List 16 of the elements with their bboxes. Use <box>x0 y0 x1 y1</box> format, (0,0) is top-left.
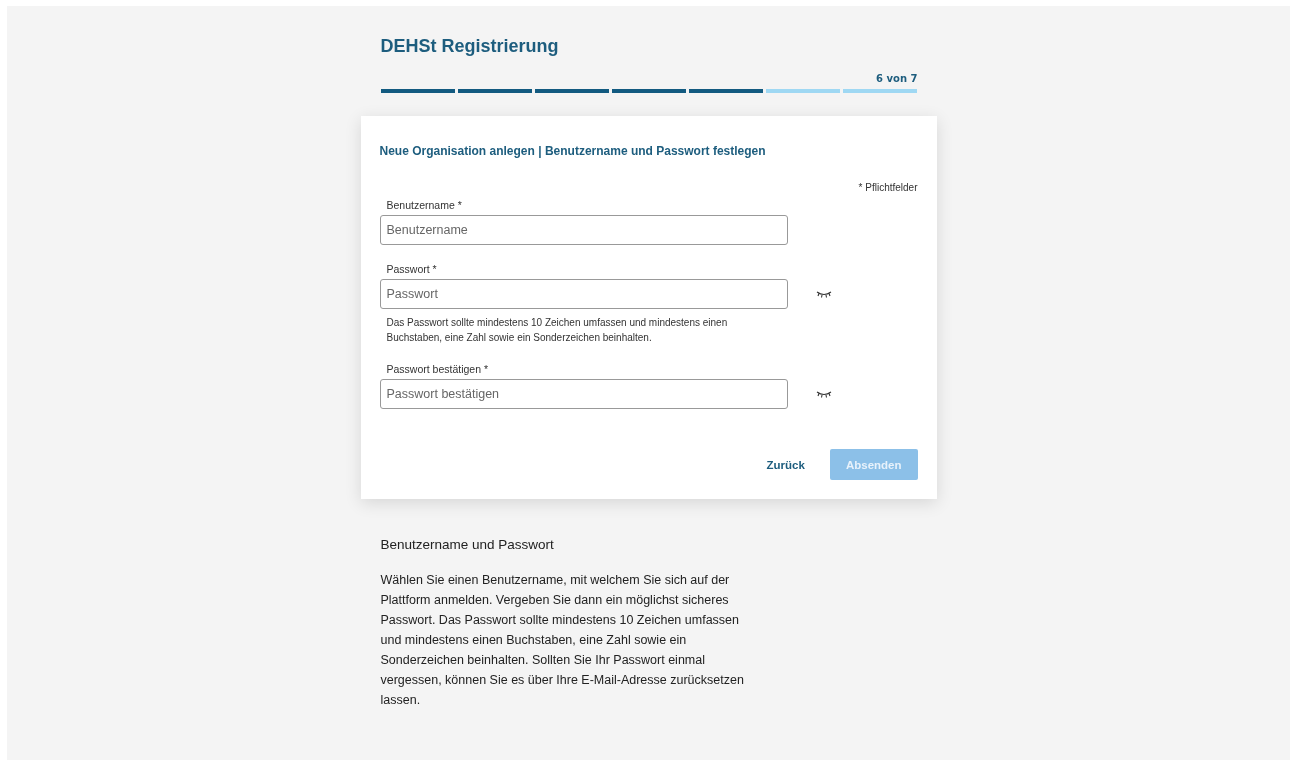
step-counter: 6 von 7 <box>876 73 918 84</box>
required-note: * Pflichtfelder <box>858 182 918 193</box>
input-field[interactable]: Benutzername <box>379 215 788 245</box>
help-text: Wählen Sie einen Benutzername, mit welchem Sie sich auf der Plattform anmelden. Vergeben Sie dann ein möglichst sicheres Passwort. Das Passwort sollte mindestens 10 Zeichen umfassen und mindestens einen Buchstaben, eine Zahl sowie ein Sonderzeichen beinhalten. Sollten Sie Ihr Passwort einmal vergessen, können Sie es über Ihre E-Mail-Adresse zurücksetzen lassen. <box>380 572 745 709</box>
input-field[interactable]: Passwort <box>379 279 788 309</box>
field-label: Benutzername * <box>386 199 463 211</box>
back-button[interactable]: Zurück <box>766 449 805 480</box>
help-heading: Benutzername und Passwort <box>380 537 555 552</box>
closed-eye-icon[interactable] <box>815 390 832 398</box>
closed-eye-icon[interactable] <box>815 290 832 298</box>
field-hint: Das Passwort sollte mindestens 10 Zeichen umfassen und mindestens einen Buchstaben, eine Zahl sowie ein Sonderzeichen beinhalten. <box>386 316 729 345</box>
page-title: DEHSt Registrierung <box>380 36 560 57</box>
field-label: Passwort bestätigen * <box>386 363 490 375</box>
field-label: Passwort * <box>386 263 438 275</box>
form-heading: Neue Organisation anlegen | Benutzername und Passwort festlegen <box>379 144 767 158</box>
input-field[interactable]: Passwort bestätigen <box>379 379 788 409</box>
